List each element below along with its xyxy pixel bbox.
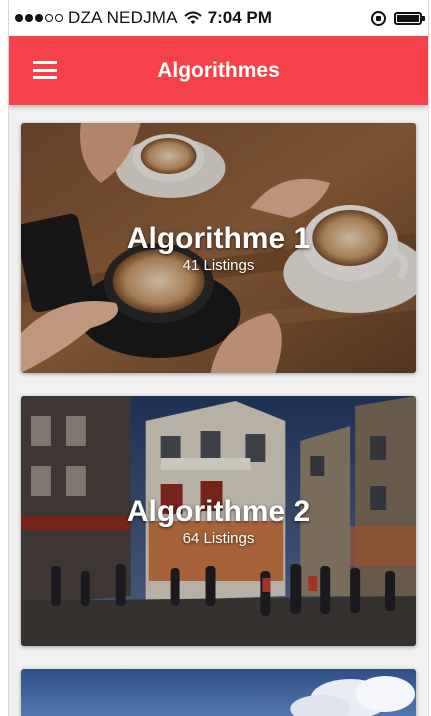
sky-clouds-photo — [21, 669, 416, 716]
card-title: Algorithme 2 — [126, 495, 311, 528]
phone-screen: DZA NEDJMA 7:04 PM Algorithmes Algorithm… — [8, 0, 429, 716]
status-bar: DZA NEDJMA 7:04 PM — [9, 0, 428, 36]
rotation-lock-icon — [371, 10, 386, 26]
algorithm-card[interactable]: Algorithme 2 64 Listings — [21, 396, 416, 646]
battery-icon — [394, 11, 425, 25]
page-title: Algorithmes — [157, 58, 280, 82]
status-time: 7:04 PM — [207, 8, 272, 27]
card-listings-count: 64 Listings — [182, 530, 255, 547]
carrier-name: DZA NEDJMA — [68, 8, 178, 27]
algorithm-card[interactable]: Algorithme 1 41 Listings — [21, 123, 416, 373]
signal-dots-icon — [15, 14, 63, 22]
wifi-icon — [184, 11, 202, 24]
algorithm-list: Algorithme 1 41 Listings Algorithme 2 64… — [9, 105, 428, 716]
card-listings-count: 41 Listings — [182, 257, 255, 274]
card-title: Algorithme 1 — [126, 222, 311, 255]
app-bar: Algorithmes — [9, 36, 428, 105]
algorithm-card[interactable] — [21, 669, 416, 716]
hamburger-menu-icon[interactable] — [33, 61, 57, 79]
